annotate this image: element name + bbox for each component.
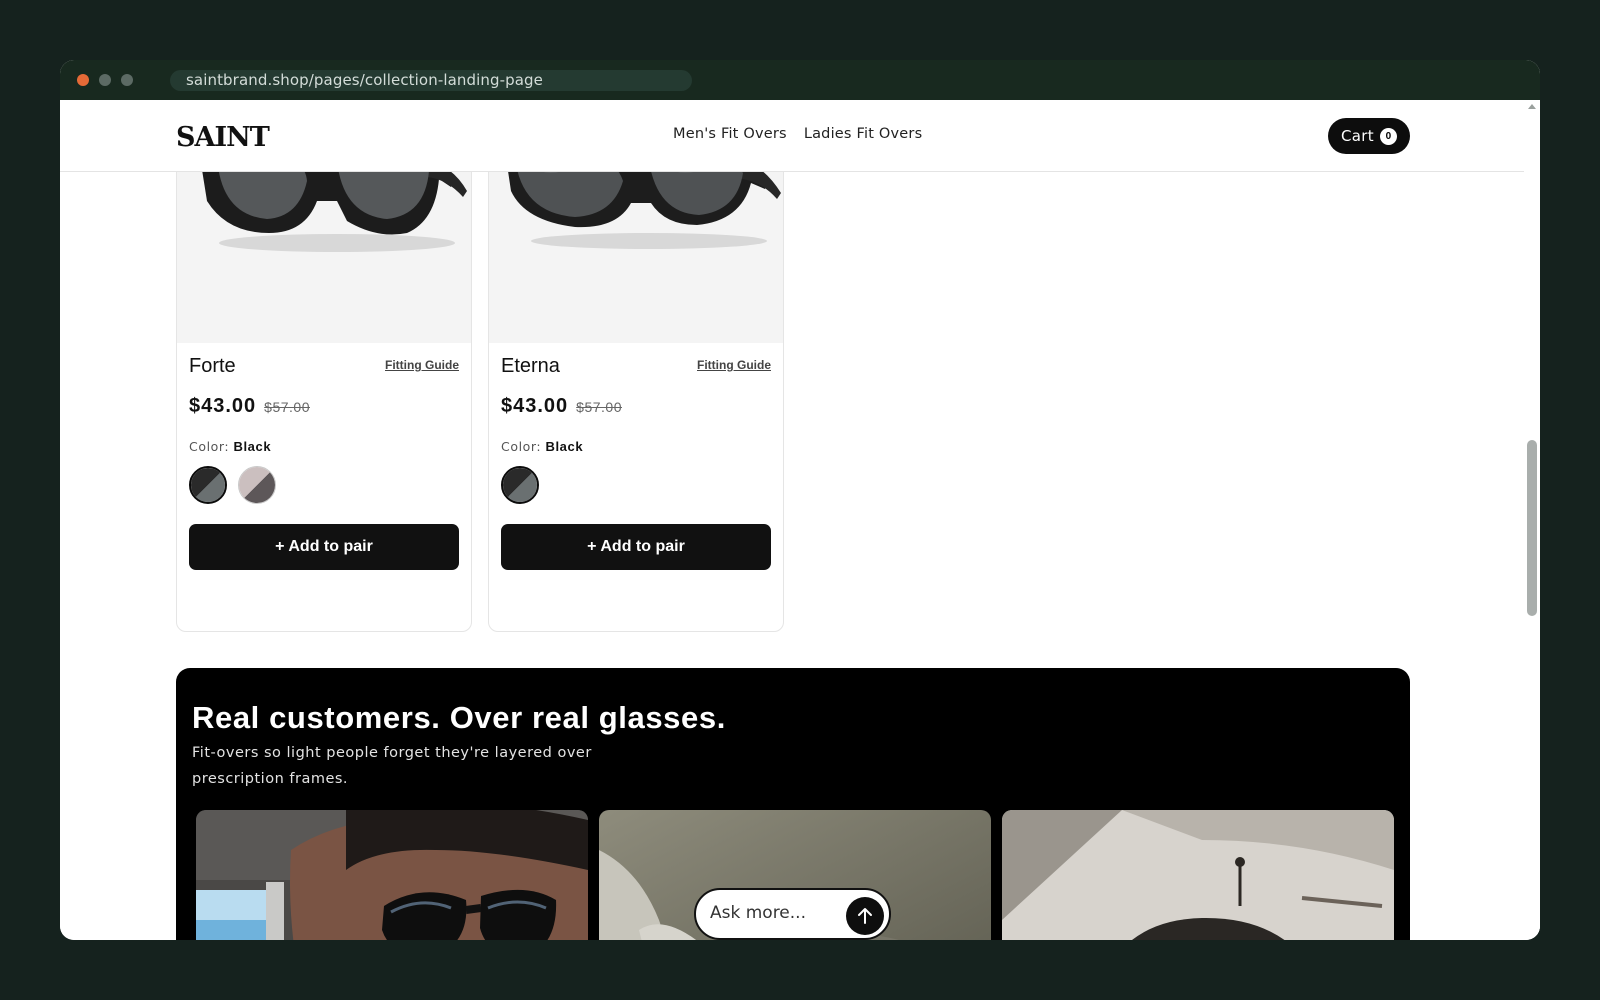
product-name[interactable]: Eterna (501, 355, 560, 378)
cart-count-badge: 0 (1379, 127, 1397, 145)
chat-widget[interactable] (694, 888, 891, 940)
arrow-up-icon (858, 908, 872, 924)
color-value: Black (545, 439, 584, 454)
browser-titlebar: saintbrand.shop/pages/collection-landing… (60, 60, 1540, 100)
add-to-pair-button[interactable]: + Add to pair (501, 524, 771, 570)
price-row: $43.00 $57.00 (501, 395, 622, 418)
address-bar[interactable]: saintbrand.shop/pages/collection-landing… (170, 70, 692, 91)
price-row: $43.00 $57.00 (189, 395, 310, 418)
scroll-up-arrow-icon[interactable] (1528, 104, 1536, 109)
color-swatches (501, 466, 539, 504)
page-scrollbar[interactable] (1524, 100, 1540, 940)
swatch-black[interactable] (501, 466, 539, 504)
section-title: Real customers. Over real glasses. (192, 700, 726, 735)
compare-price: $57.00 (264, 399, 310, 415)
product-card-eterna: Eterna Fitting Guide $43.00 $57.00 Color… (488, 120, 784, 632)
sale-price: $43.00 (189, 395, 257, 417)
color-swatches (189, 466, 276, 504)
cart-button[interactable]: Cart 0 (1328, 118, 1410, 154)
compare-price: $57.00 (576, 399, 622, 415)
browser-window: saintbrand.shop/pages/collection-landing… (60, 60, 1540, 940)
nav-link-mens-fit-overs[interactable]: Men's Fit Overs (673, 126, 787, 142)
color-key: Color: (189, 439, 230, 454)
customer-photo-1[interactable] (196, 810, 588, 940)
close-window-button[interactable] (77, 74, 89, 86)
section-subtitle: Fit-overs so light people forget they're… (192, 745, 592, 787)
swatch-black[interactable] (189, 466, 227, 504)
nav-link-ladies-fit-overs[interactable]: Ladies Fit Overs (804, 126, 923, 142)
brand-logo[interactable]: SAINT (176, 122, 270, 153)
sale-price: $43.00 (501, 395, 569, 417)
customer-photo-image (1002, 810, 1394, 940)
main-nav: Men's Fit Overs Ladies Fit Overs (673, 126, 922, 142)
swatch-tortoise[interactable] (238, 466, 276, 504)
page-viewport: SAINT Men's Fit Overs Ladies Fit Overs C… (60, 100, 1540, 940)
maximize-window-button[interactable] (121, 74, 133, 86)
chat-input[interactable] (710, 903, 840, 923)
site-header: SAINT Men's Fit Overs Ladies Fit Overs C… (60, 100, 1524, 172)
color-selection-label: Color: Black (189, 439, 271, 454)
fitting-guide-link[interactable]: Fitting Guide (697, 358, 771, 372)
customer-photo-image (196, 810, 588, 940)
scrollbar-thumb[interactable] (1527, 440, 1537, 616)
product-card-forte: Forte Fitting Guide $43.00 $57.00 Color:… (176, 120, 472, 632)
color-selection-label: Color: Black (501, 439, 583, 454)
minimize-window-button[interactable] (99, 74, 111, 86)
color-key: Color: (501, 439, 542, 454)
send-button[interactable] (846, 897, 884, 935)
add-to-pair-button[interactable]: + Add to pair (189, 524, 459, 570)
customer-photo-3[interactable] (1002, 810, 1394, 940)
cart-label: Cart (1341, 127, 1374, 145)
color-value: Black (233, 439, 272, 454)
product-name[interactable]: Forte (189, 355, 236, 378)
fitting-guide-link[interactable]: Fitting Guide (385, 358, 459, 372)
